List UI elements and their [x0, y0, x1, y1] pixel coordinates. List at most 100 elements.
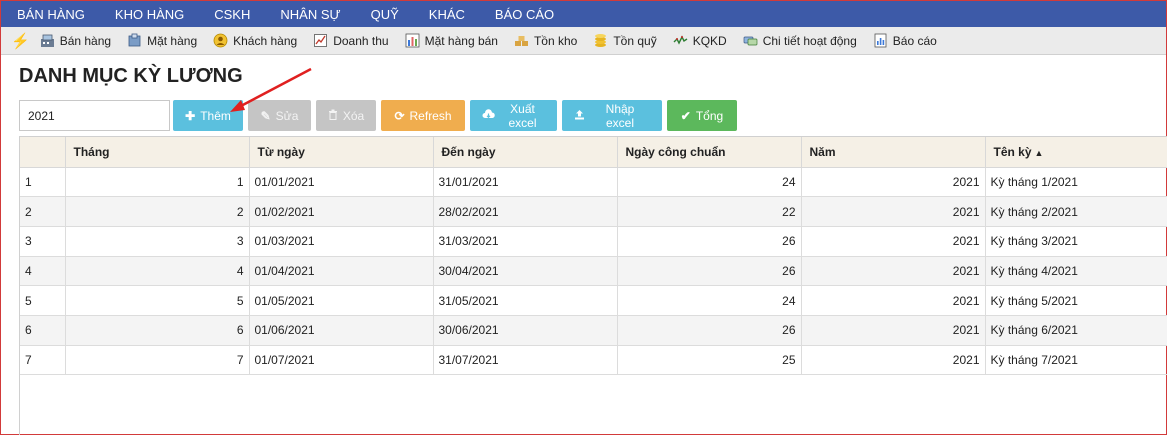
- add-button[interactable]: ✚ Thêm: [173, 100, 243, 131]
- table-row[interactable]: 6 6 01/06/2021 30/06/2021 26 2021 Kỳ tháng 6/2…: [20, 315, 1167, 346]
- cell-ngay-cong-chuan: 25: [617, 345, 802, 376]
- cell-nam: 2021: [801, 345, 986, 376]
- cell-tu-ngay: 01/04/2021: [249, 256, 434, 287]
- col-header-ngay-cong-chuan[interactable]: Ngày công chuẩn: [617, 137, 802, 168]
- quick-mat-hang-ban[interactable]: Mặt hàng bán: [405, 33, 498, 48]
- cell-nam: 2021: [801, 226, 986, 257]
- cash-register-icon: [40, 33, 55, 48]
- cell-ten-ky: Kỳ tháng 6/2021: [985, 315, 1167, 346]
- cell-thang: 7: [65, 345, 250, 376]
- cell-tu-ngay: 01/06/2021: [249, 315, 434, 346]
- stock-icon: [514, 33, 529, 48]
- cell-thang: 4: [65, 256, 250, 287]
- plus-icon: ✚: [185, 108, 196, 123]
- cell-ngay-cong-chuan: 22: [617, 196, 802, 227]
- table-row[interactable]: 5 5 01/05/2021 31/05/2021 24 2021 Kỳ tháng 5/2…: [20, 285, 1167, 316]
- quick-kqkd[interactable]: KQKD: [673, 33, 727, 48]
- col-header-thang[interactable]: Tháng: [65, 137, 250, 168]
- cell-ten-ky: Kỳ tháng 7/2021: [985, 345, 1167, 376]
- cell-tu-ngay: 01/02/2021: [249, 196, 434, 227]
- quick-khach-hang[interactable]: Khách hàng: [213, 33, 297, 48]
- activity-icon: [743, 33, 758, 48]
- menu-ban-hang[interactable]: BÁN HÀNG: [17, 7, 85, 22]
- box-icon: [127, 33, 142, 48]
- cell-thang: 3: [65, 226, 250, 257]
- cell-nam: 2021: [801, 167, 986, 198]
- salary-period-grid: Tháng Từ ngày Đến ngày Ngày công chuẩn N…: [19, 136, 1167, 435]
- menu-khac[interactable]: KHÁC: [429, 7, 465, 22]
- quick-access-bar: ⚡ Bán hàng Mặt hàng Khách hàng Doanh thu…: [1, 27, 1166, 55]
- menu-nhan-su[interactable]: NHÂN SỰ: [280, 7, 340, 22]
- revenue-icon: [313, 33, 328, 48]
- customer-icon: [213, 33, 228, 48]
- cell-nam: 2021: [801, 256, 986, 287]
- cell-den-ngay: 31/01/2021: [433, 167, 618, 198]
- cell-den-ngay: 30/04/2021: [433, 256, 618, 287]
- table-row[interactable]: 3 3 01/03/2021 31/03/2021 26 2021 Kỳ tháng 3/2…: [20, 226, 1167, 257]
- quick-mat-hang[interactable]: Mặt hàng: [127, 33, 197, 48]
- page-title: DANH MỤC KỲ LƯƠNG: [19, 65, 243, 87]
- cell-den-ngay: 31/05/2021: [433, 285, 618, 316]
- edit-button[interactable]: ✎ Sửa: [248, 100, 311, 131]
- cell-thang: 1: [65, 167, 250, 198]
- trash-icon: [328, 109, 338, 123]
- cell-index: 2: [20, 196, 66, 227]
- table-row[interactable]: 7 7 01/07/2021 31/07/2021 25 2021 Kỳ tháng 7/2…: [20, 345, 1167, 376]
- table-row[interactable]: 4 4 01/04/2021 30/04/2021 26 2021 Kỳ tháng 4/2…: [20, 256, 1167, 287]
- quick-ton-kho[interactable]: Tồn kho: [514, 33, 577, 48]
- cell-ngay-cong-chuan: 24: [617, 285, 802, 316]
- table-row[interactable]: 2 2 01/02/2021 28/02/2021 22 2021 Kỳ tháng 2/2…: [20, 196, 1167, 227]
- total-button[interactable]: ✔ Tổng: [667, 100, 737, 131]
- cell-index: 6: [20, 315, 66, 346]
- quick-ton-quy[interactable]: Tồn quỹ: [593, 33, 657, 48]
- col-header-tu-ngay[interactable]: Từ ngày: [249, 137, 434, 168]
- refresh-button[interactable]: ⟳ Refresh: [381, 100, 465, 131]
- cell-ngay-cong-chuan: 26: [617, 256, 802, 287]
- quick-bao-cao[interactable]: Báo cáo: [873, 33, 937, 48]
- export-excel-button[interactable]: Xuất excel: [470, 100, 557, 131]
- cell-index: 4: [20, 256, 66, 287]
- cell-nam: 2021: [801, 315, 986, 346]
- cloud-download-icon: [482, 108, 495, 123]
- top-menu: BÁN HÀNG KHO HÀNG CSKH NHÂN SỰ QUỸ KHÁC …: [1, 1, 1166, 27]
- col-header-den-ngay[interactable]: Đến ngày: [433, 137, 618, 168]
- cell-index: 5: [20, 285, 66, 316]
- table-row[interactable]: 1 1 01/01/2021 31/01/2021 24 2021 Kỳ tháng 1/2…: [20, 167, 1167, 198]
- cell-index: 1: [20, 167, 66, 198]
- col-header-index: [20, 137, 66, 168]
- import-excel-button[interactable]: Nhập excel: [562, 100, 662, 131]
- cell-den-ngay: 31/03/2021: [433, 226, 618, 257]
- quick-ban-hang[interactable]: Bán hàng: [40, 33, 111, 48]
- quick-doanh-thu[interactable]: Doanh thu: [313, 33, 389, 48]
- year-input[interactable]: [19, 100, 170, 131]
- quick-chi-tiet-hoat-dong[interactable]: Chi tiết hoạt động: [743, 33, 857, 48]
- cell-ten-ky: Kỳ tháng 2/2021: [985, 196, 1167, 227]
- refresh-icon: ⟳: [394, 108, 405, 123]
- cell-thang: 2: [65, 196, 250, 227]
- cell-den-ngay: 30/06/2021: [433, 315, 618, 346]
- table-header-row: Tháng Từ ngày Đến ngày Ngày công chuẩn N…: [20, 137, 1167, 168]
- cell-thang: 6: [65, 315, 250, 346]
- coins-icon: [593, 33, 608, 48]
- cell-tu-ngay: 01/07/2021: [249, 345, 434, 376]
- menu-cskh[interactable]: CSKH: [214, 7, 250, 22]
- report-icon: [873, 33, 888, 48]
- menu-kho-hang[interactable]: KHO HÀNG: [115, 7, 184, 22]
- upload-icon: [574, 109, 585, 123]
- cell-nam: 2021: [801, 196, 986, 227]
- col-header-ten-ky[interactable]: Tên kỳ ▲: [985, 137, 1167, 168]
- cell-tu-ngay: 01/03/2021: [249, 226, 434, 257]
- menu-bao-cao[interactable]: BÁO CÁO: [495, 7, 554, 22]
- cell-index: 3: [20, 226, 66, 257]
- cell-den-ngay: 31/07/2021: [433, 345, 618, 376]
- cell-thang: 5: [65, 285, 250, 316]
- cell-ngay-cong-chuan: 26: [617, 315, 802, 346]
- lightning-icon: ⚡: [11, 32, 30, 50]
- menu-quy[interactable]: QUỸ: [371, 7, 399, 22]
- bar-chart-icon: [405, 33, 420, 48]
- cell-nam: 2021: [801, 285, 986, 316]
- trend-icon: [673, 33, 688, 48]
- cell-tu-ngay: 01/01/2021: [249, 167, 434, 198]
- delete-button[interactable]: Xóa: [316, 100, 376, 131]
- col-header-nam[interactable]: Năm: [801, 137, 986, 168]
